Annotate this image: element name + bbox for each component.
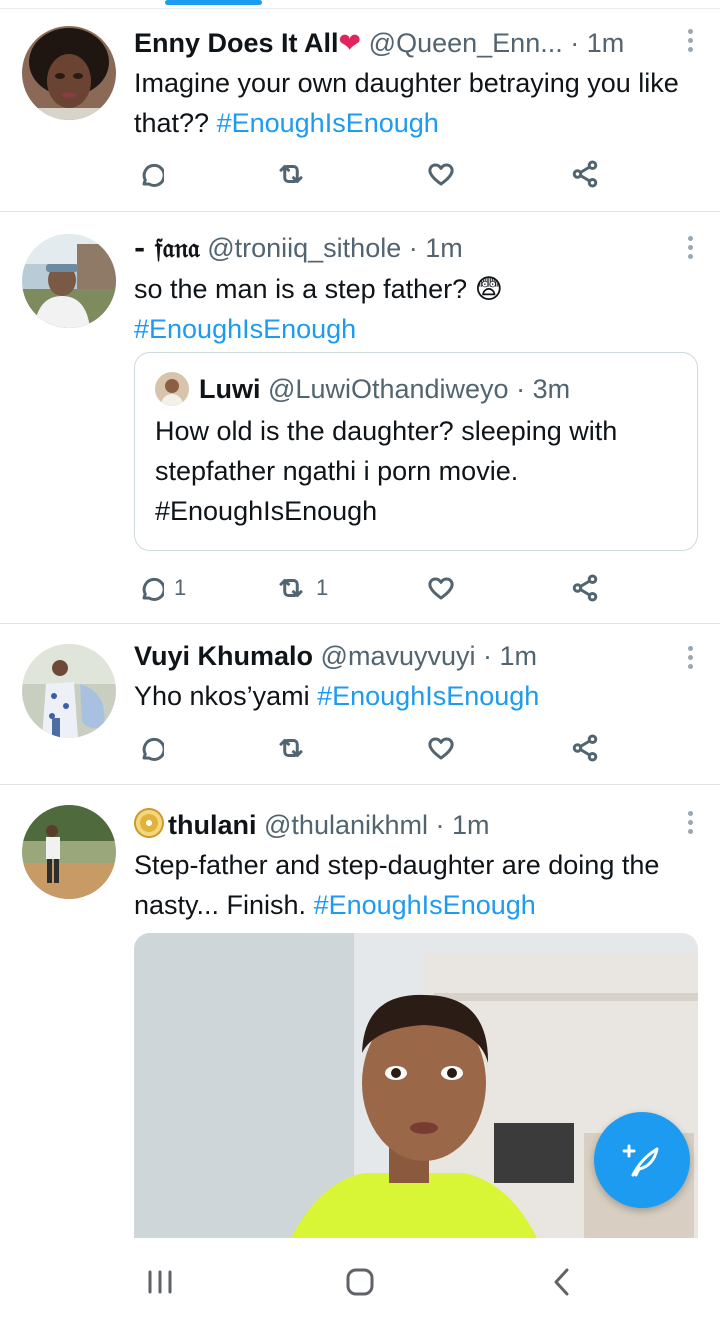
quoted-tweet[interactable]: Luwi @LuwiOthandiweyo · 3m How old is th…	[134, 352, 698, 551]
recent-apps-button[interactable]	[140, 1264, 180, 1300]
like-button[interactable]	[426, 730, 466, 766]
tweet-text: Step-father and step-daughter are doing …	[134, 850, 660, 920]
hashtag-link[interactable]: #EnoughIsEnough	[314, 890, 536, 920]
tweet-header: - 𝔣𝔞𝔫𝔞 @troniiq_sithole · 1m	[134, 230, 698, 267]
heart-icon	[428, 737, 454, 760]
more-options-icon[interactable]	[688, 236, 694, 263]
timestamp: · 1m	[570, 28, 625, 58]
recent-apps-icon	[148, 1270, 172, 1294]
heart-emoji-icon: ❤	[338, 28, 362, 58]
reply-button[interactable]: 1	[134, 570, 186, 606]
reply-icon	[142, 577, 164, 601]
like-button[interactable]	[426, 156, 466, 192]
retweet-icon	[279, 579, 303, 597]
quoted-tweet-text: How old is the daughter? sleeping with s…	[155, 416, 618, 526]
share-button[interactable]	[570, 730, 600, 766]
retweet-icon	[279, 739, 303, 757]
compose-tweet-button[interactable]	[594, 1112, 690, 1208]
tweet-header: Vuyi Khumalo @mavuyvuyi · 1m	[134, 638, 698, 674]
retweet-button[interactable]: 1	[276, 570, 328, 606]
quoted-avatar	[155, 372, 189, 406]
system-navigation-bar	[0, 1238, 720, 1321]
reply-icon	[142, 163, 164, 187]
tweet-media-photo[interactable]	[134, 933, 698, 1253]
cd-disc-icon	[134, 808, 164, 838]
reply-button[interactable]	[134, 156, 174, 192]
more-options-icon[interactable]	[688, 29, 694, 56]
more-options-icon[interactable]	[688, 646, 694, 673]
retweet-icon	[279, 165, 303, 183]
back-button[interactable]	[542, 1264, 582, 1300]
share-icon	[572, 734, 598, 762]
avatar[interactable]	[22, 234, 116, 328]
quoted-timestamp: · 3m	[516, 374, 571, 404]
quoted-handle: @LuwiOthandiweyo	[268, 374, 509, 404]
hashtag-link[interactable]: #EnoughIsEnough	[134, 314, 356, 344]
tweet-text: Imagine your own daughter betraying you …	[134, 68, 679, 138]
retweet-button[interactable]	[276, 730, 316, 766]
home-button[interactable]	[340, 1264, 380, 1300]
tab-bar	[0, 0, 720, 9]
compose-feather-icon	[622, 1144, 659, 1177]
tweet-header: thulani @thulanikhml · 1m	[134, 807, 698, 843]
timestamp: · 1m	[408, 233, 463, 263]
more-options-icon[interactable]	[688, 811, 694, 838]
timestamp: · 1m	[435, 810, 490, 840]
reply-button[interactable]	[134, 730, 174, 766]
share-button[interactable]	[570, 156, 600, 192]
display-name[interactable]: - 𝔣𝔞𝔫𝔞	[134, 233, 200, 264]
handle[interactable]: @Queen_Enn...	[369, 28, 563, 58]
heart-icon	[428, 577, 454, 600]
handle[interactable]: @thulanikhml	[264, 810, 428, 840]
heart-icon	[428, 163, 454, 186]
retweet-count: 1	[316, 575, 329, 600]
share-button[interactable]	[570, 570, 600, 606]
tweet-header: Enny Does It All❤ @Queen_Enn... · 1m	[134, 25, 698, 61]
reply-count: 1	[174, 575, 187, 600]
display-name[interactable]: thulani	[168, 810, 257, 840]
quoted-display-name: Luwi	[199, 374, 261, 404]
fearful-face-emoji-icon: 😨	[474, 274, 503, 304]
tweet-text: so the man is a step father? 😨 #EnoughIs…	[134, 274, 503, 344]
timestamp: · 1m	[483, 641, 538, 671]
avatar[interactable]	[22, 805, 116, 899]
display-name[interactable]: Vuyi Khumalo	[134, 641, 313, 671]
avatar[interactable]	[22, 644, 116, 738]
tweet-text: Yho nkos’yami #EnoughIsEnough	[134, 681, 540, 711]
home-icon	[346, 1268, 374, 1296]
active-tab-indicator	[165, 0, 262, 5]
tweet[interactable]: Vuyi Khumalo @mavuyvuyi · 1m Yho nkos’ya…	[0, 624, 720, 785]
handle[interactable]: @troniiq_sithole	[207, 233, 401, 263]
tweet[interactable]: - 𝔣𝔞𝔫𝔞 @troniiq_sithole · 1m so the man …	[0, 212, 720, 624]
quoted-tweet-header: Luwi @LuwiOthandiweyo · 3m	[155, 371, 570, 407]
display-name[interactable]: Enny Does It All	[134, 28, 339, 58]
avatar[interactable]	[22, 26, 116, 120]
retweet-button[interactable]	[276, 156, 316, 192]
reply-icon	[142, 737, 164, 761]
handle[interactable]: @mavuyvuyi	[321, 641, 476, 671]
hashtag-link[interactable]: #EnoughIsEnough	[317, 681, 539, 711]
tweet[interactable]: Enny Does It All❤ @Queen_Enn... · 1m Ima…	[0, 9, 720, 212]
share-icon	[572, 160, 598, 188]
hashtag-link[interactable]: #EnoughIsEnough	[217, 108, 439, 138]
share-icon	[572, 574, 598, 602]
back-icon	[554, 1268, 569, 1296]
like-button[interactable]	[426, 570, 466, 606]
